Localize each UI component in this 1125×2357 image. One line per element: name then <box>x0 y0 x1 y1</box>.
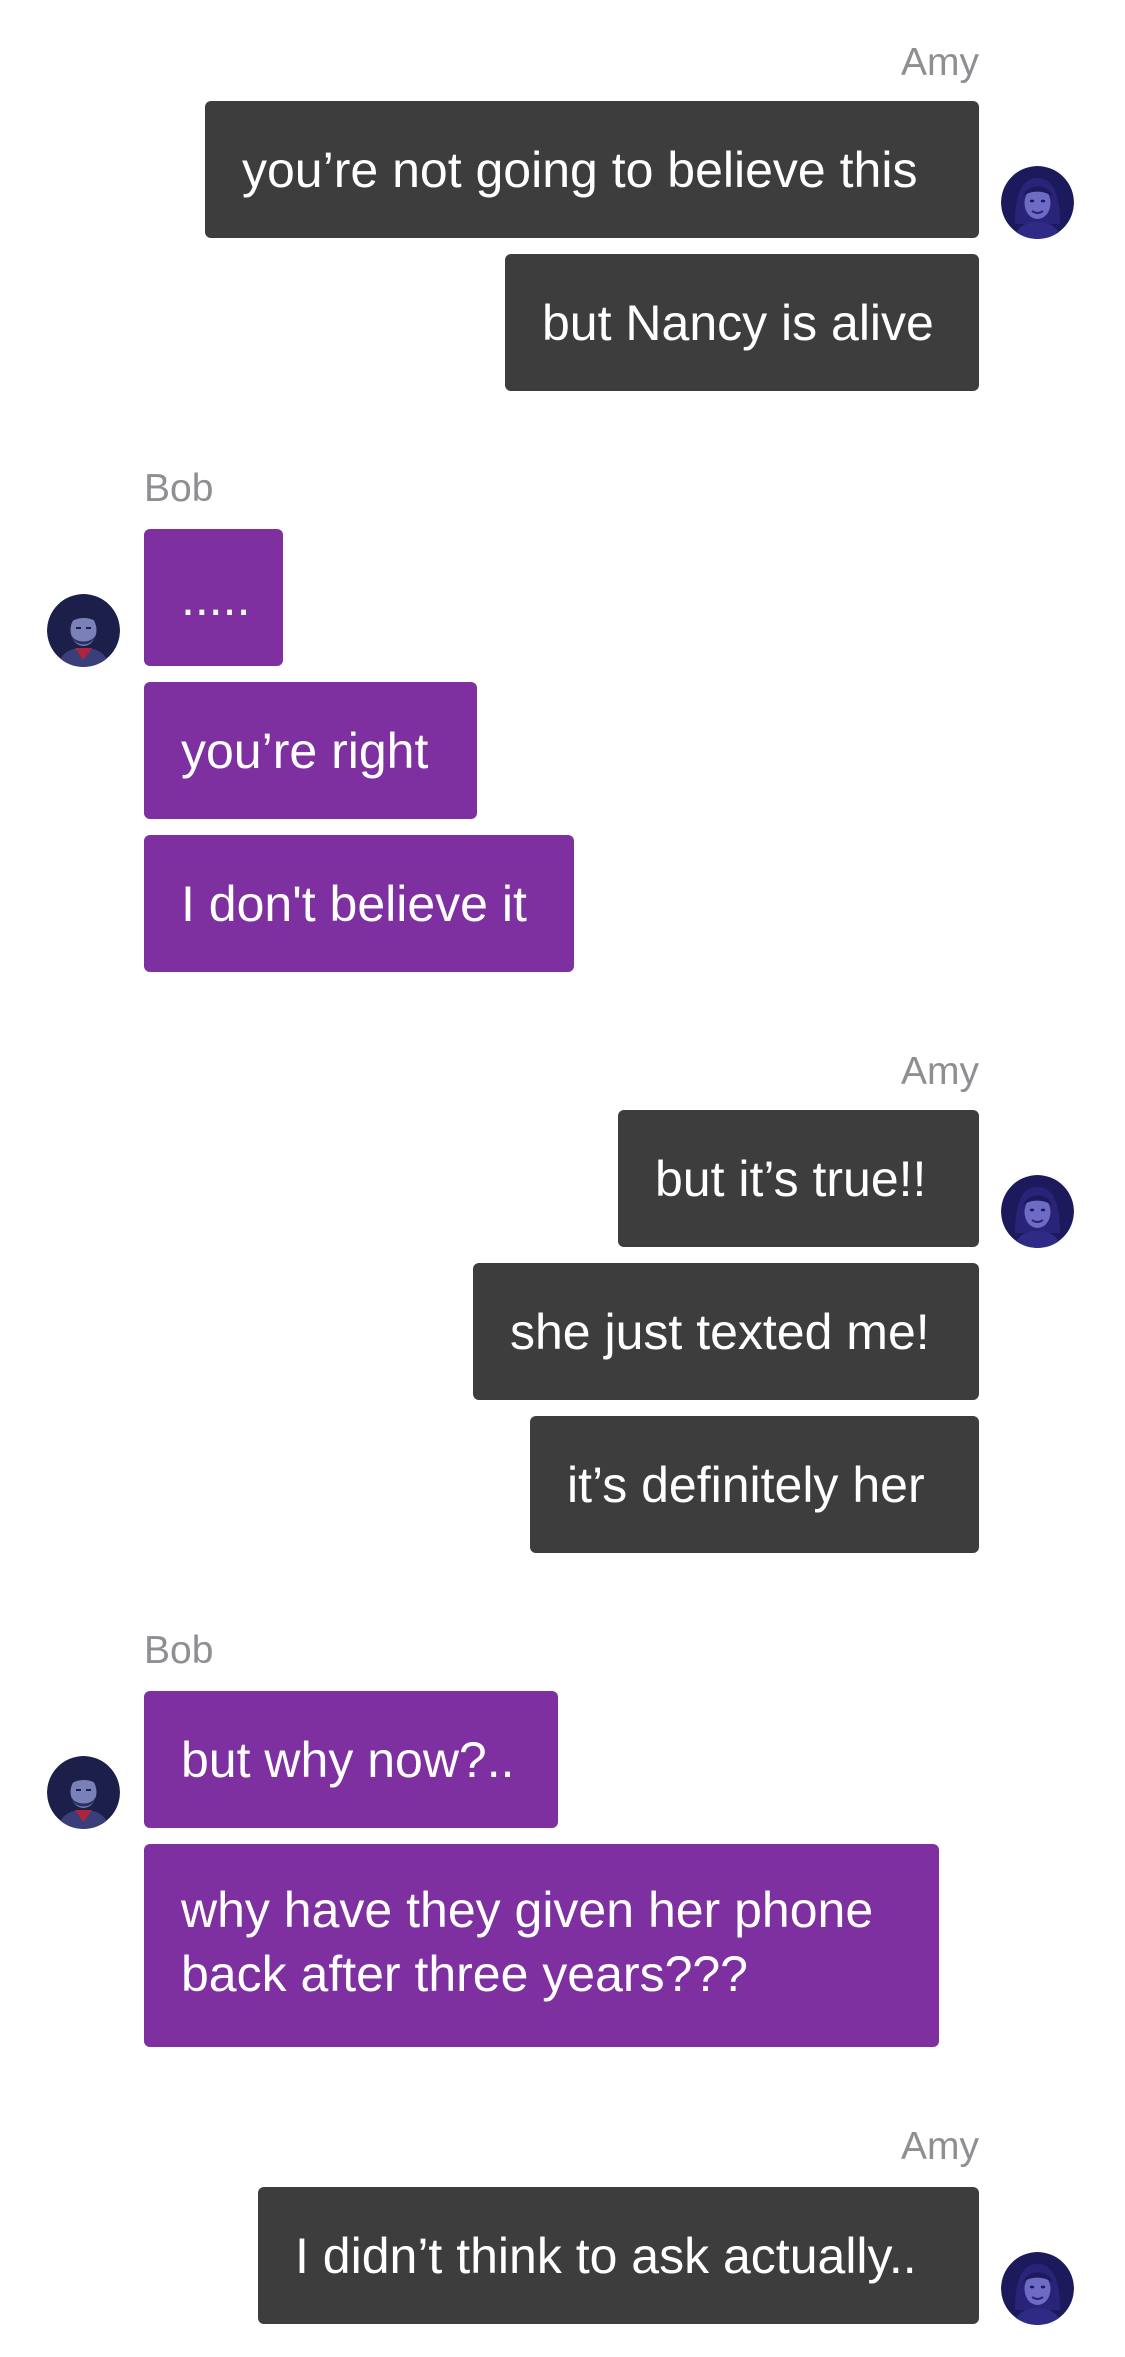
woman-avatar-icon <box>1001 166 1074 239</box>
message-bubble-outgoing[interactable]: she just texted me! <box>473 1263 979 1400</box>
message-text: it’s definitely her <box>567 1456 925 1513</box>
message-text: I didn’t think to ask actually.. <box>295 2227 917 2284</box>
sender-label: Amy <box>901 2125 979 2168</box>
woman-avatar-icon <box>1001 1175 1074 1248</box>
sender-label: Amy <box>901 41 979 84</box>
sender-label: Bob <box>144 467 214 510</box>
man-avatar-icon <box>47 594 120 667</box>
message-text: I don't believe it <box>181 875 527 932</box>
message-bubble-incoming[interactable]: but why now?.. <box>144 1691 558 1828</box>
message-text: you’re right <box>181 722 429 779</box>
woman-avatar-icon <box>1001 2252 1074 2325</box>
bob-avatar[interactable] <box>47 594 120 667</box>
message-text: but it’s true!! <box>655 1150 927 1207</box>
chat-thread: Amy you’re not going to believe this but… <box>0 0 1125 2357</box>
message-bubble-incoming[interactable]: ..... <box>144 529 283 666</box>
message-bubble-outgoing[interactable]: but it’s true!! <box>618 1110 979 1247</box>
message-bubble-incoming[interactable]: I don't believe it <box>144 835 574 972</box>
message-text: she just texted me! <box>510 1303 930 1360</box>
message-bubble-outgoing[interactable]: but Nancy is alive <box>505 254 979 391</box>
message-text: why have they given her phone back after… <box>181 1882 874 2002</box>
message-text: but why now?.. <box>181 1731 515 1788</box>
message-text: but Nancy is alive <box>542 294 934 351</box>
message-bubble-outgoing[interactable]: I didn’t think to ask actually.. <box>258 2187 979 2324</box>
message-text: ..... <box>181 569 251 626</box>
bob-avatar[interactable] <box>47 1756 120 1829</box>
message-bubble-incoming[interactable]: why have they given her phone back after… <box>144 1844 939 2047</box>
message-bubble-incoming[interactable]: you’re right <box>144 682 477 819</box>
message-text: you’re not going to believe this <box>242 141 918 198</box>
amy-avatar[interactable] <box>1001 1175 1074 1248</box>
amy-avatar[interactable] <box>1001 2252 1074 2325</box>
sender-label: Amy <box>901 1050 979 1093</box>
man-avatar-icon <box>47 1756 120 1829</box>
amy-avatar[interactable] <box>1001 166 1074 239</box>
message-bubble-outgoing[interactable]: you’re not going to believe this <box>205 101 979 238</box>
sender-label: Bob <box>144 1629 214 1672</box>
message-bubble-outgoing[interactable]: it’s definitely her <box>530 1416 979 1553</box>
